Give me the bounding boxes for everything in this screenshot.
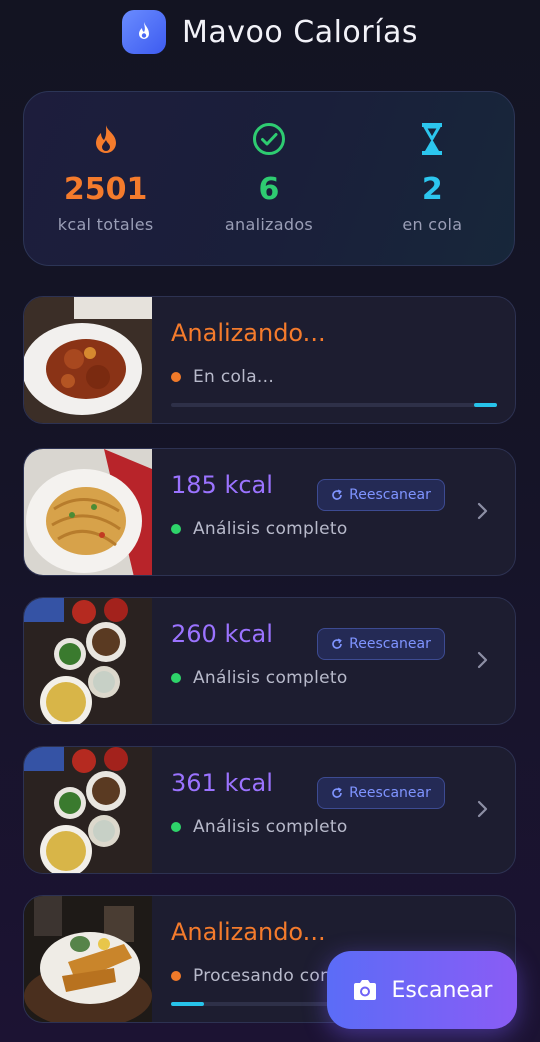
stat-value: 2 [421, 172, 443, 207]
meal-title: Analizando... [171, 319, 326, 347]
meal-kcal: 260 kcal [171, 620, 273, 648]
scan-label: Escanear [391, 977, 493, 1003]
camera-icon [353, 980, 376, 1000]
stat-value: 6 [258, 172, 280, 207]
status-dot [171, 971, 181, 981]
status-dot [171, 372, 181, 382]
refresh-icon [332, 787, 342, 798]
app-title: Mavoo Calorías [182, 14, 418, 50]
status-dot [171, 673, 181, 683]
meal-photo [24, 297, 152, 423]
status-dot [171, 822, 181, 832]
stat-label: kcal totales [57, 215, 154, 234]
meal-photo [24, 449, 152, 575]
meal-photo [24, 747, 152, 873]
meal-card[interactable]: Analizando... En cola... [23, 296, 516, 424]
meal-card[interactable]: 185 kcal Reescanear Análisis completo [23, 448, 516, 576]
progress-bar [171, 403, 497, 407]
meal-card[interactable]: 361 kcal Reescanear Análisis completo [23, 746, 516, 874]
meal-status: Análisis completo [171, 668, 348, 688]
status-text: Análisis completo [193, 817, 348, 837]
stat-label: en cola [402, 215, 463, 234]
meal-status: Análisis completo [171, 817, 348, 837]
stats-panel: 2501 kcal totales 6 analizados 2 en cola [23, 91, 515, 266]
stat-queue: 2 en cola [351, 92, 514, 265]
chevron-right-icon[interactable] [476, 648, 490, 672]
chevron-right-icon[interactable] [476, 797, 490, 821]
status-text: Análisis completo [193, 519, 348, 539]
meal-title: Analizando... [171, 918, 326, 946]
rescan-label: Reescanear [349, 487, 431, 503]
rescan-label: Reescanear [349, 636, 431, 652]
meal-photo [24, 896, 152, 1022]
meal-photo [24, 598, 152, 724]
refresh-icon [332, 489, 342, 500]
progress-fill [474, 403, 497, 407]
status-dot [171, 524, 181, 534]
hourglass-icon [422, 123, 443, 155]
rescan-button[interactable]: Reescanear [317, 777, 445, 809]
refresh-icon [332, 638, 342, 649]
flame-icon [95, 125, 116, 153]
scan-button[interactable]: Escanear [327, 951, 517, 1029]
flame-icon [139, 22, 149, 39]
meal-card[interactable]: 260 kcal Reescanear Análisis completo [23, 597, 516, 725]
stat-analyzed: 6 analizados [187, 92, 350, 265]
chevron-right-icon[interactable] [476, 499, 490, 523]
meal-kcal: 185 kcal [171, 471, 273, 499]
rescan-button[interactable]: Reescanear [317, 628, 445, 660]
app-logo [122, 10, 166, 54]
check-circle-icon [252, 123, 285, 155]
app-header: Mavoo Calorías [0, 8, 540, 56]
meal-kcal: 361 kcal [171, 769, 273, 797]
stat-total-kcal: 2501 kcal totales [24, 92, 187, 265]
status-text: Análisis completo [193, 668, 348, 688]
rescan-button[interactable]: Reescanear [317, 479, 445, 511]
rescan-label: Reescanear [349, 785, 431, 801]
status-text: En cola... [193, 367, 275, 387]
stat-value: 2501 [63, 172, 148, 207]
meal-status: En cola... [171, 367, 274, 387]
progress-fill [171, 1002, 204, 1006]
stat-label: analizados [224, 215, 314, 234]
meal-status: Análisis completo [171, 519, 348, 539]
